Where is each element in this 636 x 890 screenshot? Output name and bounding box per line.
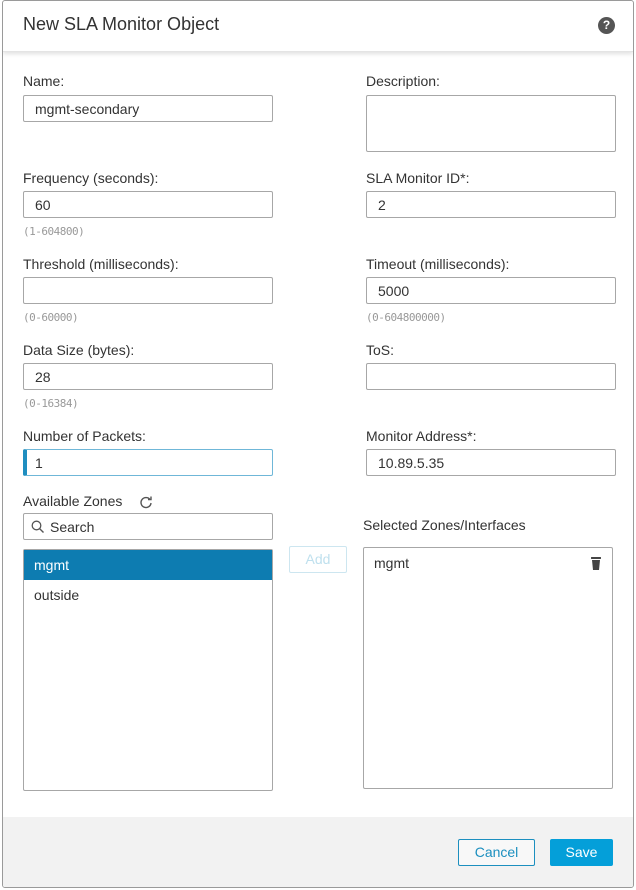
dialog-title: New SLA Monitor Object (23, 14, 220, 34)
description-textarea[interactable] (366, 95, 616, 152)
frequency-input[interactable] (23, 191, 273, 218)
threshold-input[interactable] (23, 277, 273, 304)
save-button[interactable]: Save (550, 839, 613, 866)
zone-search-input[interactable]: Search (23, 513, 273, 540)
tos-input[interactable] (366, 363, 616, 390)
available-zones-label: Available Zones (23, 493, 123, 509)
tos-label: ToS: (366, 342, 395, 358)
zone-item-mgmt[interactable]: mgmt (24, 550, 272, 580)
monitor-address-label: Monitor Address*: (366, 428, 477, 444)
data-size-input[interactable] (23, 363, 273, 390)
selected-zone-item: mgmt (364, 548, 612, 578)
sla-monitor-id-input[interactable] (366, 191, 616, 218)
dialog-footer: Cancel Save (3, 817, 633, 887)
threshold-hint: (0-60000) (23, 311, 79, 324)
timeout-label: Timeout (milliseconds): (366, 256, 510, 272)
search-icon (31, 520, 44, 533)
help-icon[interactable]: ? (598, 17, 615, 34)
sla-monitor-id-label: SLA Monitor ID*: (366, 170, 470, 186)
trash-icon[interactable] (590, 556, 602, 571)
available-zones-list: mgmt outside (23, 549, 273, 791)
description-label: Description: (366, 73, 440, 89)
name-label: Name: (23, 73, 65, 89)
timeout-hint: (0-604800000) (366, 311, 446, 324)
zone-item-outside[interactable]: outside (24, 580, 272, 610)
sla-monitor-dialog: New SLA Monitor Object ? Name: Descripti… (2, 0, 634, 888)
num-packets-input[interactable] (23, 449, 273, 476)
add-button[interactable]: Add (289, 546, 347, 573)
dialog-header: New SLA Monitor Object ? (3, 1, 633, 52)
data-size-hint: (0-16384) (23, 397, 79, 410)
num-packets-label: Number of Packets: (23, 428, 146, 444)
frequency-label: Frequency (seconds): (23, 170, 159, 186)
cancel-button[interactable]: Cancel (458, 839, 535, 866)
name-input[interactable] (23, 95, 273, 122)
selected-zone-label: mgmt (374, 555, 409, 571)
search-placeholder: Search (50, 519, 95, 535)
data-size-label: Data Size (bytes): (23, 342, 135, 358)
threshold-label: Threshold (milliseconds): (23, 256, 179, 272)
selected-zones-label: Selected Zones/Interfaces (363, 517, 526, 533)
frequency-hint: (1-604800) (23, 225, 85, 238)
refresh-icon[interactable] (139, 495, 153, 509)
timeout-input[interactable] (366, 277, 616, 304)
monitor-address-input[interactable] (366, 449, 616, 476)
selected-zones-list: mgmt (363, 547, 613, 789)
